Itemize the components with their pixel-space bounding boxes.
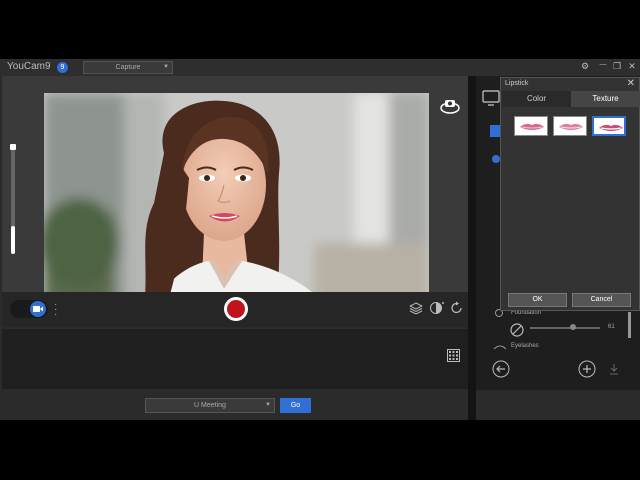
camera-switch-icon[interactable] — [439, 98, 461, 116]
youcam-window: YouCam9 9 Capture ▼ ⚙ — ❐ ✕ · · · U Meet… — [0, 59, 640, 420]
gear-icon[interactable]: ⚙ — [579, 61, 591, 72]
foundation-value: 61 — [608, 324, 615, 330]
add-makeup-icon[interactable] — [578, 360, 596, 378]
maximize-icon[interactable]: ❐ — [611, 61, 623, 72]
download-icon[interactable] — [608, 363, 620, 375]
chevron-down-icon: ▼ — [265, 402, 271, 408]
texture-swatch-selected[interactable] — [592, 116, 626, 136]
video-mode-icon — [30, 301, 46, 317]
lips-icon — [520, 123, 544, 130]
zoom-slider-fill — [11, 226, 15, 254]
reset-icon[interactable] — [451, 301, 463, 315]
media-library-strip — [2, 329, 468, 389]
category-selected-marker — [490, 125, 500, 137]
app-title: YouCam9 — [7, 61, 51, 72]
lips-icon — [559, 123, 583, 130]
tab-texture[interactable]: Texture — [571, 91, 640, 107]
foundation-slider-handle[interactable] — [570, 324, 576, 330]
meeting-app-dropdown[interactable]: U Meeting ▼ — [145, 398, 275, 413]
monitor-icon[interactable] — [482, 90, 500, 106]
disable-icon[interactable] — [510, 323, 524, 337]
title-bar: YouCam9 9 Capture ▼ ⚙ — ❐ ✕ — [0, 59, 640, 76]
close-icon[interactable]: ✕ — [627, 78, 635, 89]
brightness-contrast-icon[interactable] — [429, 301, 445, 315]
back-arrow-icon[interactable] — [492, 360, 510, 378]
dialog-tabs: Color Texture — [502, 91, 640, 107]
lips-icon — [599, 124, 623, 131]
webcam-frame-illustration — [44, 93, 429, 309]
close-icon[interactable]: ✕ — [626, 61, 638, 72]
capture-control-bar: · · · — [2, 292, 468, 327]
lipstick-dialog: Lipstick ✕ Color Texture OK Cancel — [500, 77, 640, 311]
feature-active-dot — [492, 155, 500, 163]
record-icon — [227, 300, 245, 318]
grid-view-icon[interactable] — [447, 349, 460, 362]
mode-dropdown[interactable]: Capture ▼ — [83, 61, 173, 74]
texture-swatch[interactable] — [514, 116, 548, 136]
tab-color[interactable]: Color — [502, 91, 571, 107]
eyelashes-icon — [493, 345, 507, 350]
chevron-down-icon: ▼ — [163, 64, 169, 70]
dialog-title: Lipstick — [505, 80, 529, 87]
foundation-slider[interactable] — [530, 327, 600, 329]
minimize-icon[interactable]: — — [597, 61, 609, 68]
camera-preview-area — [2, 76, 468, 309]
cancel-button[interactable]: Cancel — [572, 293, 631, 307]
texture-swatch[interactable] — [553, 116, 587, 136]
more-options-icon[interactable]: · · · — [54, 300, 57, 320]
panel-divider — [468, 76, 476, 420]
ok-button[interactable]: OK — [508, 293, 567, 307]
app-version-badge: 9 — [57, 62, 68, 73]
layers-icon[interactable] — [409, 301, 423, 315]
record-button[interactable] — [224, 297, 248, 321]
photo-video-toggle[interactable] — [10, 300, 48, 318]
eyelashes-label: Eyelashes — [511, 343, 539, 349]
webcam-video — [44, 93, 429, 309]
panel-scrollbar[interactable] — [628, 312, 631, 338]
go-button[interactable]: Go — [280, 398, 311, 413]
zoom-slider-handle[interactable] — [10, 144, 16, 150]
meeting-app-dropdown-value: U Meeting — [194, 402, 226, 409]
mode-dropdown-value: Capture — [115, 64, 141, 71]
